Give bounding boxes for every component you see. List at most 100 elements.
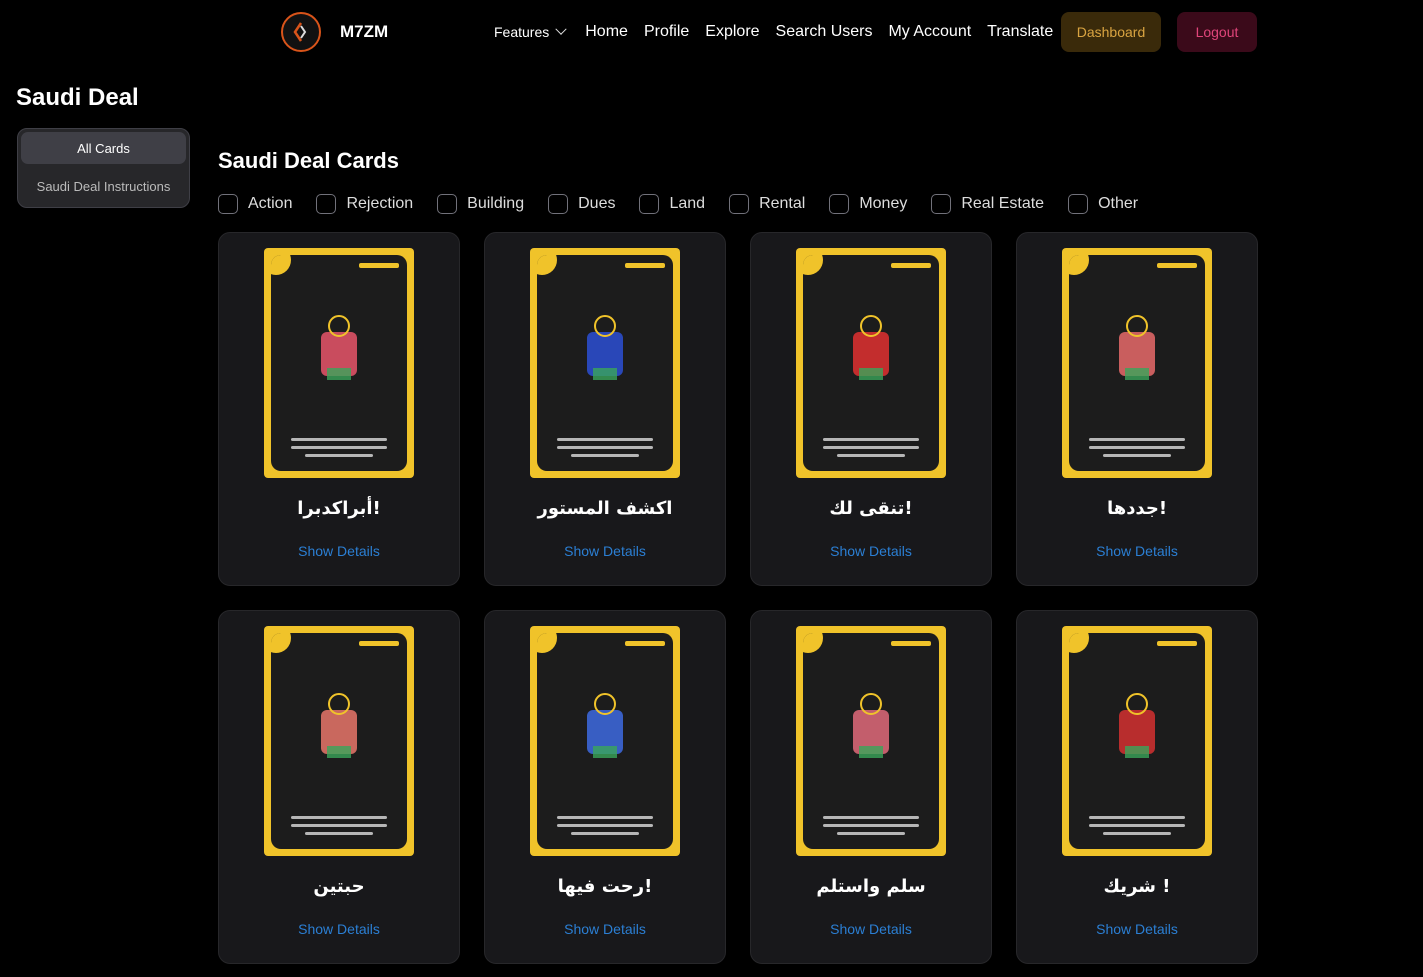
nav-home[interactable]: Home [585,23,628,41]
card-item[interactable]: سلم واستلم Show Details [750,610,992,964]
filter-other[interactable]: Other [1068,194,1138,214]
filter-action[interactable]: Action [218,194,292,214]
card-image-face [537,255,673,471]
card-art-icon [587,693,623,758]
card-item[interactable]: شريك ! Show Details [1016,610,1258,964]
top-header: M7ZM Features Home Profile Explore Searc… [0,0,1423,64]
show-details-link[interactable]: Show Details [1017,543,1257,559]
filter-label: Rental [759,195,806,212]
card-title: تنقى لك! [829,498,913,519]
nav-my-account[interactable]: My Account [888,23,971,41]
logout-button[interactable]: Logout [1177,12,1257,52]
filter-money[interactable]: Money [829,194,907,214]
card-item[interactable]: حبتين Show Details [218,610,460,964]
filter-land[interactable]: Land [639,194,705,214]
filter-bar: Action Rejection Building Dues Land Rent… [218,193,1162,215]
card-value-badge [537,255,557,275]
card-title: جددها! [1106,498,1168,519]
card-description-lines [823,811,919,835]
card-type-tag [1157,263,1197,268]
logo-icon[interactable] [281,12,321,52]
page-title: Saudi Deal [16,84,139,111]
card-image[interactable] [530,248,680,478]
card-item[interactable]: اكشف المستور Show Details [484,232,726,586]
card-image-face [271,633,407,849]
card-item[interactable]: جددها! Show Details [1016,232,1258,586]
brand-name[interactable]: M7ZM [340,22,388,42]
filter-building[interactable]: Building [437,194,524,214]
chevron-down-icon [555,23,567,35]
filter-dues[interactable]: Dues [548,194,615,214]
card-image-face [1069,255,1205,471]
nav-translate[interactable]: Translate [987,23,1053,41]
card-art-icon [321,693,357,758]
filter-rejection[interactable]: Rejection [316,194,413,214]
card-type-tag [891,263,931,268]
dashboard-button[interactable]: Dashboard [1061,12,1161,52]
sidebar: All Cards Saudi Deal Instructions [17,128,190,208]
card-image[interactable] [264,248,414,478]
filter-rental[interactable]: Rental [729,194,805,214]
filter-label: Money [859,195,908,212]
checkbox[interactable] [548,194,569,214]
card-image[interactable] [264,626,414,856]
card-image[interactable] [530,626,680,856]
show-details-link[interactable]: Show Details [485,543,725,559]
filter-label: Building [467,195,525,212]
card-title: حبتين [313,876,365,897]
checkbox[interactable] [729,194,750,214]
card-description-lines [291,433,387,457]
card-type-tag [891,641,931,646]
filter-label: Other [1098,195,1139,212]
card-value-badge [1069,255,1089,275]
card-description-lines [291,811,387,835]
card-image[interactable] [1062,626,1212,856]
card-value-badge [271,255,291,275]
card-value-badge [803,633,823,653]
show-details-link[interactable]: Show Details [751,543,991,559]
checkbox[interactable] [829,194,850,214]
card-value-badge [537,633,557,653]
card-item[interactable]: تنقى لك! Show Details [750,232,992,586]
card-art-icon [1119,315,1155,380]
card-value-badge [271,633,291,653]
filter-label: Real Estate [961,195,1045,212]
checkbox[interactable] [316,194,337,214]
nav-profile[interactable]: Profile [644,23,689,41]
main-nav: Features Home Profile Explore Search Use… [494,12,1069,52]
show-details-link[interactable]: Show Details [219,543,459,559]
checkbox[interactable] [437,194,458,214]
card-image-face [1069,633,1205,849]
filter-label: Dues [578,195,616,212]
nav-features[interactable]: Features [494,23,567,40]
checkbox[interactable] [1068,194,1089,214]
card-description-lines [557,433,653,457]
card-image[interactable] [1062,248,1212,478]
card-value-badge [803,255,823,275]
nav-explore[interactable]: Explore [705,23,759,41]
sidebar-item-all-cards[interactable]: All Cards [21,132,186,164]
checkbox[interactable] [931,194,952,214]
card-image[interactable] [796,626,946,856]
filter-label: Land [669,195,706,212]
card-type-tag [359,263,399,268]
show-details-link[interactable]: Show Details [485,921,725,937]
show-details-link[interactable]: Show Details [751,921,991,937]
card-item[interactable]: رحت فيها! Show Details [484,610,726,964]
card-title: سلم واستلم [816,876,926,897]
card-item[interactable]: أبراكدبرا! Show Details [218,232,460,586]
show-details-link[interactable]: Show Details [219,921,459,937]
show-details-link[interactable]: Show Details [1017,921,1257,937]
card-art-icon [587,315,623,380]
sidebar-item-instructions[interactable]: Saudi Deal Instructions [21,170,186,202]
nav-search-users[interactable]: Search Users [776,23,873,41]
checkbox[interactable] [639,194,660,214]
filter-real-estate[interactable]: Real Estate [931,194,1044,214]
checkbox[interactable] [218,194,238,214]
card-type-tag [359,641,399,646]
card-title: شريك ! [1103,876,1171,897]
card-image[interactable] [796,248,946,478]
filter-label: Action [248,195,293,212]
card-title: اكشف المستور [537,498,673,519]
card-art-icon [853,693,889,758]
